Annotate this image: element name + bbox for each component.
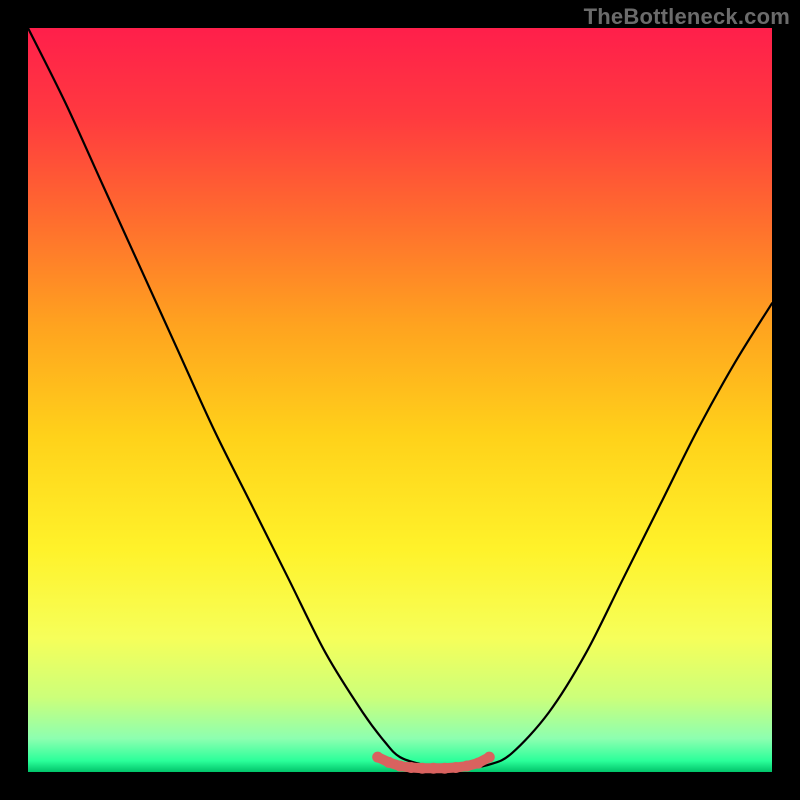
flat-point: [372, 752, 383, 763]
flat-point: [383, 757, 394, 768]
bottleneck-chart: [0, 0, 800, 800]
flat-point: [439, 763, 450, 774]
flat-point: [450, 762, 461, 773]
flat-point: [406, 762, 417, 773]
flat-point: [473, 758, 484, 769]
flat-point: [484, 752, 495, 763]
plot-background: [28, 28, 772, 772]
watermark-text: TheBottleneck.com: [584, 4, 790, 30]
chart-frame: TheBottleneck.com: [0, 0, 800, 800]
flat-point: [417, 763, 428, 774]
flat-point: [395, 761, 406, 772]
flat-point: [461, 761, 472, 772]
flat-point: [428, 763, 439, 774]
